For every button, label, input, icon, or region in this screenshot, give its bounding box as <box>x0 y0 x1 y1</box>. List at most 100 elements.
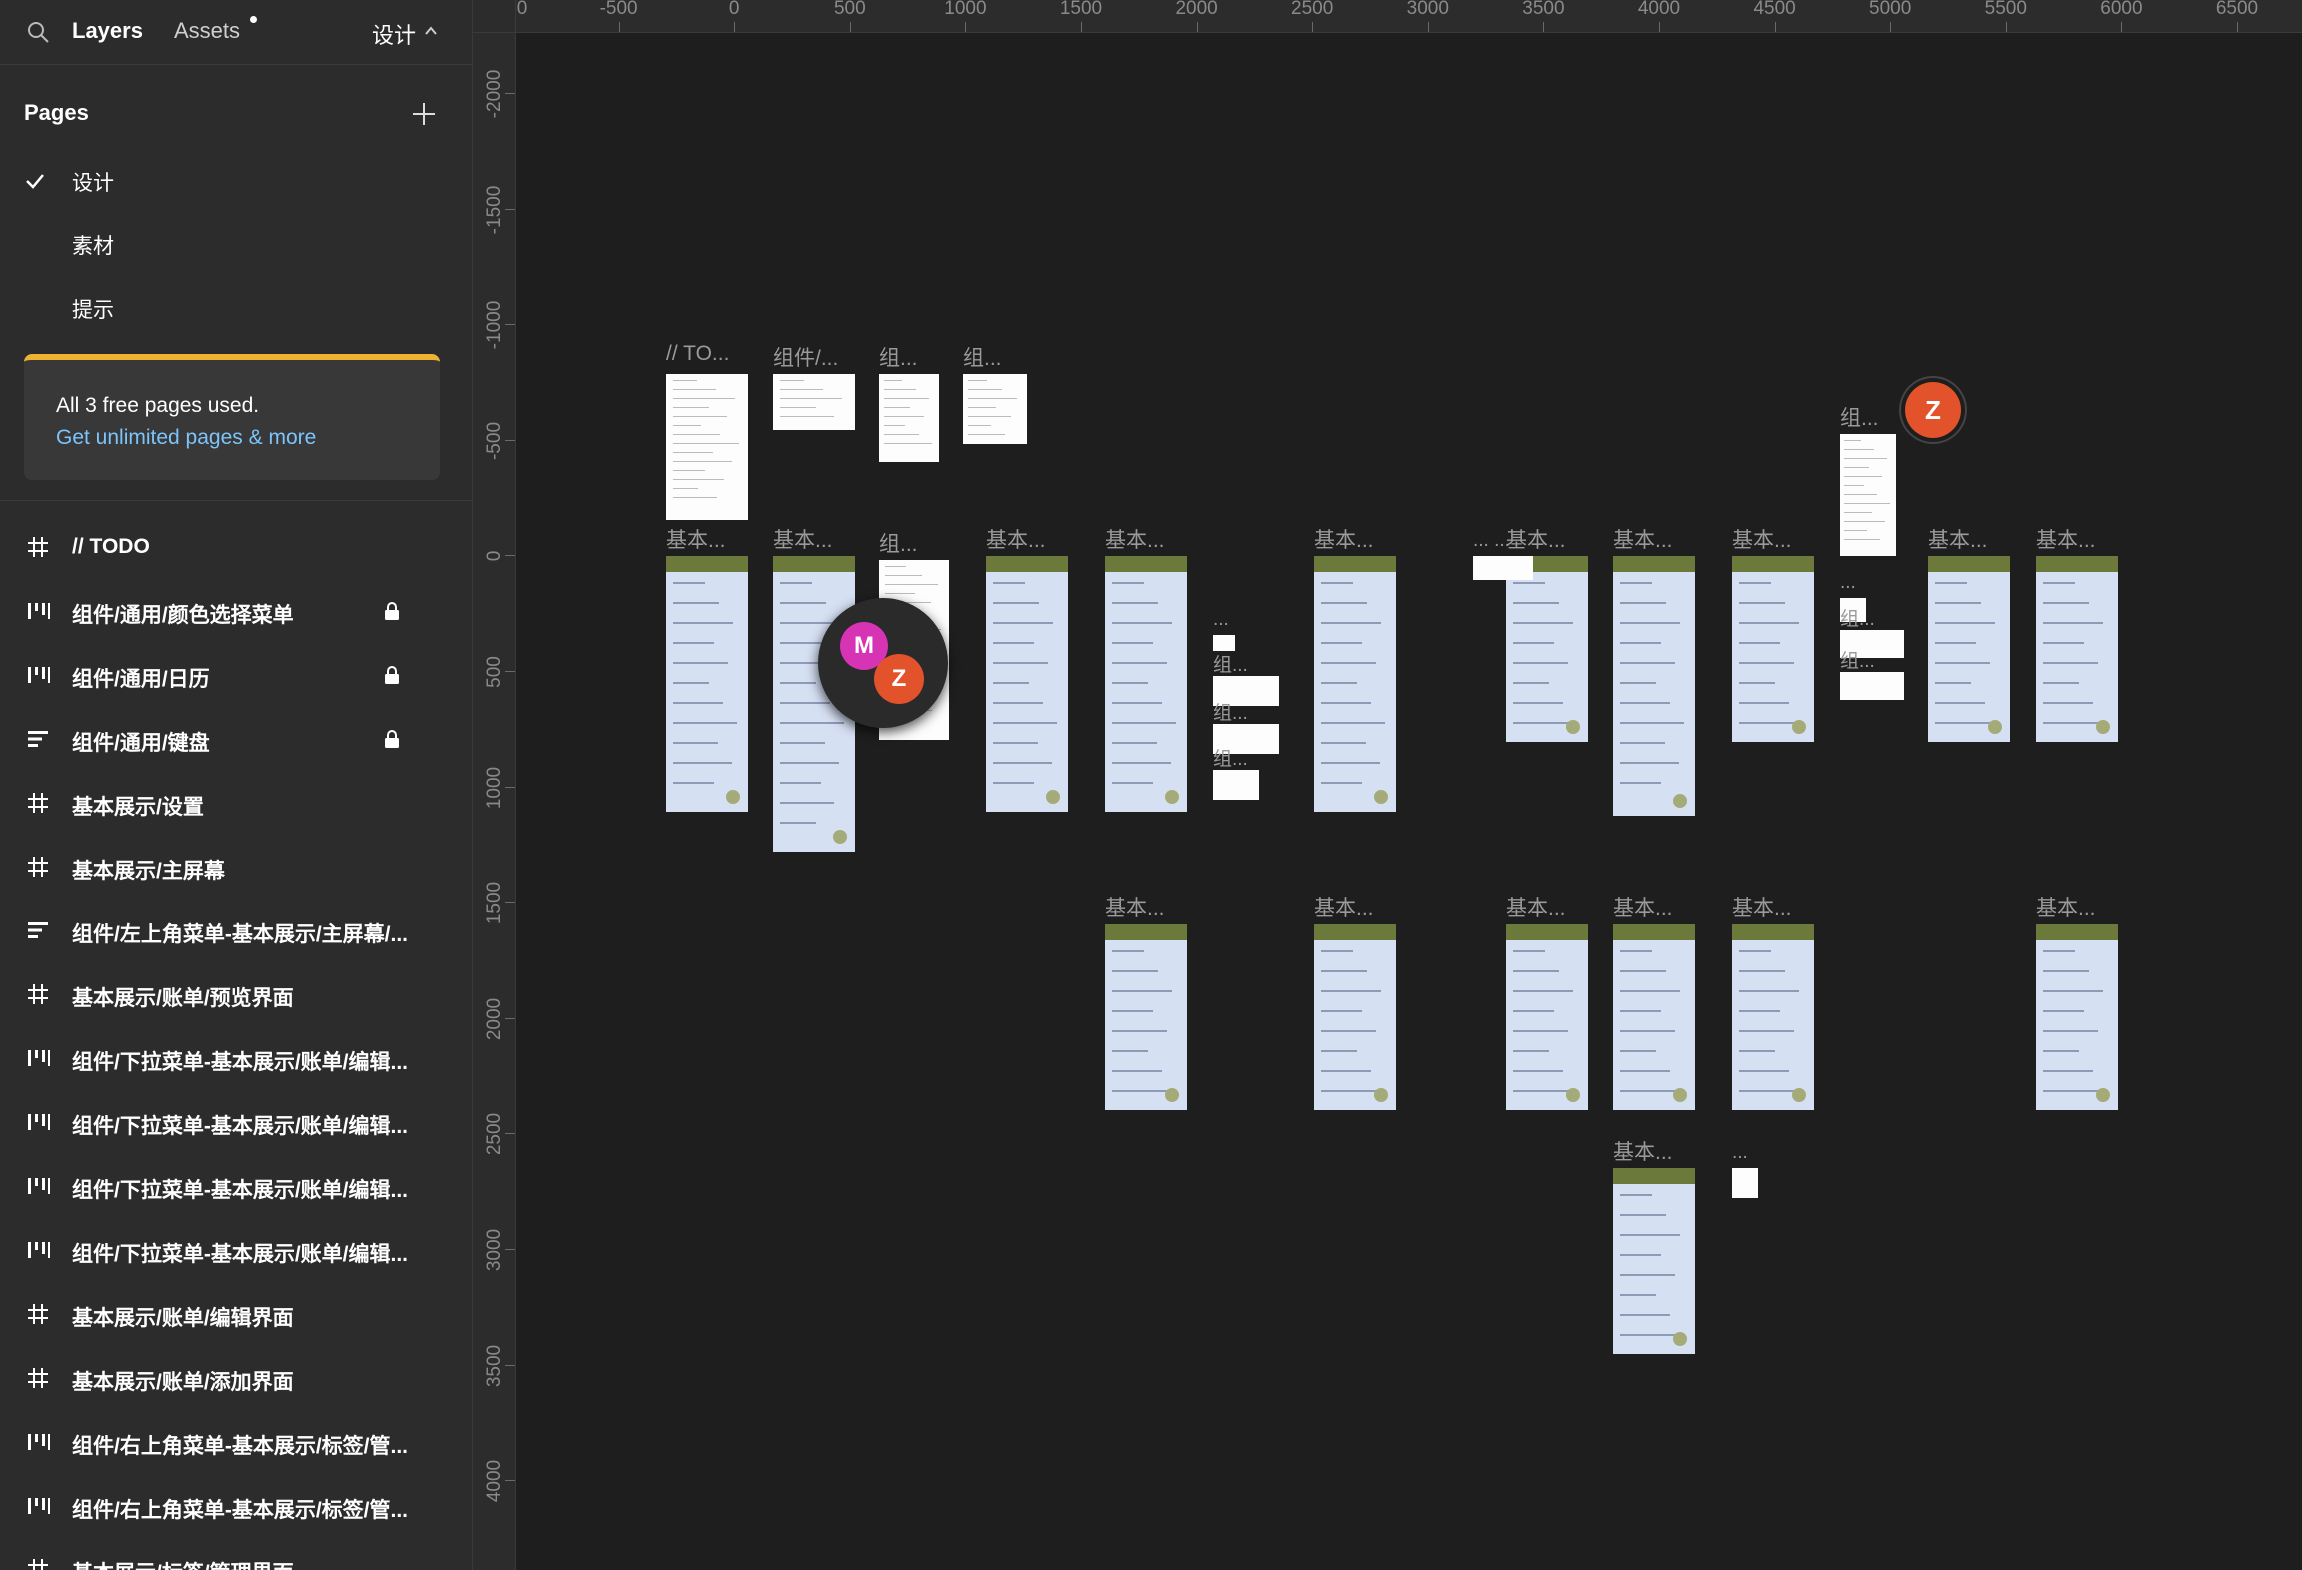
frame-label[interactable]: 基本... <box>1314 524 1374 554</box>
frame-label[interactable]: 基本... <box>1732 892 1792 922</box>
add-page-icon[interactable] <box>410 100 438 128</box>
component-thumbnail[interactable] <box>1213 770 1259 800</box>
frame-thumbnail[interactable] <box>1732 556 1814 742</box>
tab-assets[interactable]: Assets <box>174 18 240 44</box>
frame-label[interactable]: 组... <box>1213 698 1248 725</box>
page-item-design[interactable]: 设计 <box>0 150 472 210</box>
frame-label[interactable]: 基本... <box>1105 524 1165 554</box>
frame-label[interactable]: 基本... <box>1613 524 1673 554</box>
frame-label[interactable]: // TO... <box>666 342 729 366</box>
frame-thumbnail[interactable] <box>1732 924 1814 1110</box>
frame-thumbnail[interactable] <box>986 556 1068 812</box>
frame-thumbnail[interactable] <box>2036 556 2118 742</box>
frame-thumbnail[interactable] <box>1314 924 1396 1110</box>
layer-item[interactable]: 组件/下拉菜单-基本展示/账单/编辑... <box>0 1154 472 1218</box>
app-bar <box>1732 924 1814 940</box>
frame-label[interactable]: 基本... <box>666 524 726 554</box>
fab-button <box>1566 1088 1580 1102</box>
search-icon[interactable] <box>26 20 50 44</box>
content-line <box>779 582 813 584</box>
frame-thumbnail[interactable] <box>1314 556 1396 812</box>
lock-icon[interactable] <box>384 665 400 685</box>
collaborators-cursor-group[interactable]: M Z <box>818 598 948 728</box>
frame-label[interactable]: 组... <box>879 528 918 558</box>
frame-label[interactable]: 组... <box>879 342 918 372</box>
frame-thumbnail[interactable] <box>1506 556 1588 742</box>
layer-item[interactable]: 组件/通用/键盘 <box>0 707 472 771</box>
frame-thumbnail[interactable] <box>1105 924 1187 1110</box>
frame-label[interactable]: ... ... <box>1473 530 1510 552</box>
frame-label[interactable]: 基本... <box>1928 524 1988 554</box>
content-line <box>672 782 714 784</box>
frame-thumbnail[interactable] <box>1506 924 1588 1110</box>
component-thumbnail[interactable] <box>1473 556 1533 580</box>
component-thumbnail[interactable] <box>1840 672 1904 700</box>
frame-thumbnail[interactable] <box>1105 556 1187 812</box>
frame-icon <box>26 982 50 1006</box>
layer-item[interactable]: 组件/下拉菜单-基本展示/账单/编辑... <box>0 1026 472 1090</box>
frame-label[interactable]: 基本... <box>773 524 833 554</box>
layer-item[interactable]: 基本展示/设置 <box>0 771 472 835</box>
layer-item[interactable]: 基本展示/主屏幕 <box>0 835 472 899</box>
content-line <box>992 582 1026 584</box>
frame-thumbnail[interactable] <box>1928 556 2010 742</box>
page-item-hints[interactable]: 提示 <box>0 277 472 337</box>
frame-thumbnail[interactable] <box>963 374 1027 444</box>
frame-label[interactable]: 组... <box>1840 646 1875 673</box>
frame-thumbnail[interactable] <box>879 374 939 462</box>
frame-label[interactable]: 基本... <box>986 524 1046 554</box>
layer-item[interactable]: 基本展示/账单/添加界面 <box>0 1346 472 1410</box>
frame-label[interactable]: 基本... <box>1105 892 1165 922</box>
layer-item[interactable]: 组件/左上角菜单-基本展示/主屏幕/... <box>0 898 472 962</box>
frame-label[interactable]: 组... <box>1840 604 1875 631</box>
frame-label[interactable]: 基本... <box>1613 1136 1673 1166</box>
tab-layers[interactable]: Layers <box>72 18 143 44</box>
chevron-up-icon[interactable] <box>424 24 438 38</box>
frame-label[interactable]: 基本... <box>1506 524 1566 554</box>
frame-label[interactable]: 组... <box>1213 650 1248 677</box>
frame-label[interactable]: 基本... <box>2036 892 2096 922</box>
lock-icon[interactable] <box>384 601 400 621</box>
frame-thumbnail[interactable] <box>1613 924 1695 1110</box>
layer-item[interactable]: 组件/下拉菜单-基本展示/账单/编辑... <box>0 1090 472 1154</box>
component-thumbnail[interactable] <box>1732 1168 1758 1198</box>
collaborator-avatar-z[interactable]: Z <box>1905 382 1961 438</box>
frame-thumbnail[interactable] <box>666 374 748 520</box>
component-thumbnail[interactable] <box>1213 635 1235 651</box>
lock-icon[interactable] <box>384 729 400 749</box>
frame-label[interactable]: ... <box>1840 572 1856 594</box>
layer-item[interactable]: 组件/通用/日历 <box>0 643 472 707</box>
layer-item[interactable]: 组件/下拉菜单-基本展示/账单/编辑... <box>0 1218 472 1282</box>
frame-thumbnail[interactable] <box>666 556 748 812</box>
ruler-label: 2000 <box>1175 0 1218 19</box>
design-canvas[interactable]: -1000 -500 0 500 1000 1500 2000 2500 3000 3500 400… <box>473 0 2302 1570</box>
frame-label[interactable]: 组... <box>1840 402 1879 432</box>
layer-item[interactable]: 组件/右上角菜单-基本展示/标签/管... <box>0 1474 472 1538</box>
frame-label[interactable]: 组件/... <box>773 342 838 372</box>
layer-item[interactable]: 基本展示/账单/编辑界面 <box>0 1282 472 1346</box>
current-page-selector[interactable]: 设计 <box>372 18 416 50</box>
frame-label[interactable]: 组... <box>963 342 1002 372</box>
frame-thumbnail[interactable] <box>773 374 855 430</box>
frame-label[interactable]: ... <box>1213 609 1229 631</box>
frame-thumbnail[interactable] <box>1613 1168 1695 1354</box>
frame-label[interactable]: 基本... <box>1506 892 1566 922</box>
layer-item[interactable]: 基本展示/标签/管理界面 <box>0 1537 472 1570</box>
layer-item[interactable]: 组件/右上角菜单-基本展示/标签/管... <box>0 1410 472 1474</box>
collaborator-avatar-z[interactable]: Z <box>874 654 924 704</box>
page-item-assets[interactable]: 素材 <box>0 213 472 273</box>
upsell-link[interactable]: Get unlimited pages & more <box>56 426 316 450</box>
ruler-label: 5000 <box>1869 0 1912 19</box>
frame-label[interactable]: 组... <box>1213 744 1248 771</box>
frame-thumbnail[interactable] <box>2036 924 2118 1110</box>
frame-thumbnail[interactable] <box>1613 556 1695 816</box>
frame-thumbnail[interactable] <box>1840 434 1896 556</box>
layer-item[interactable]: 组件/通用/颜色选择菜单 <box>0 579 472 643</box>
layer-item[interactable]: 基本展示/账单/预览界面 <box>0 962 472 1026</box>
frame-label[interactable]: ... <box>1732 1142 1748 1164</box>
frame-label[interactable]: 基本... <box>1613 892 1673 922</box>
frame-label[interactable]: 基本... <box>1732 524 1792 554</box>
layer-item[interactable]: // TODO <box>0 515 472 579</box>
frame-label[interactable]: 基本... <box>2036 524 2096 554</box>
frame-label[interactable]: 基本... <box>1314 892 1374 922</box>
